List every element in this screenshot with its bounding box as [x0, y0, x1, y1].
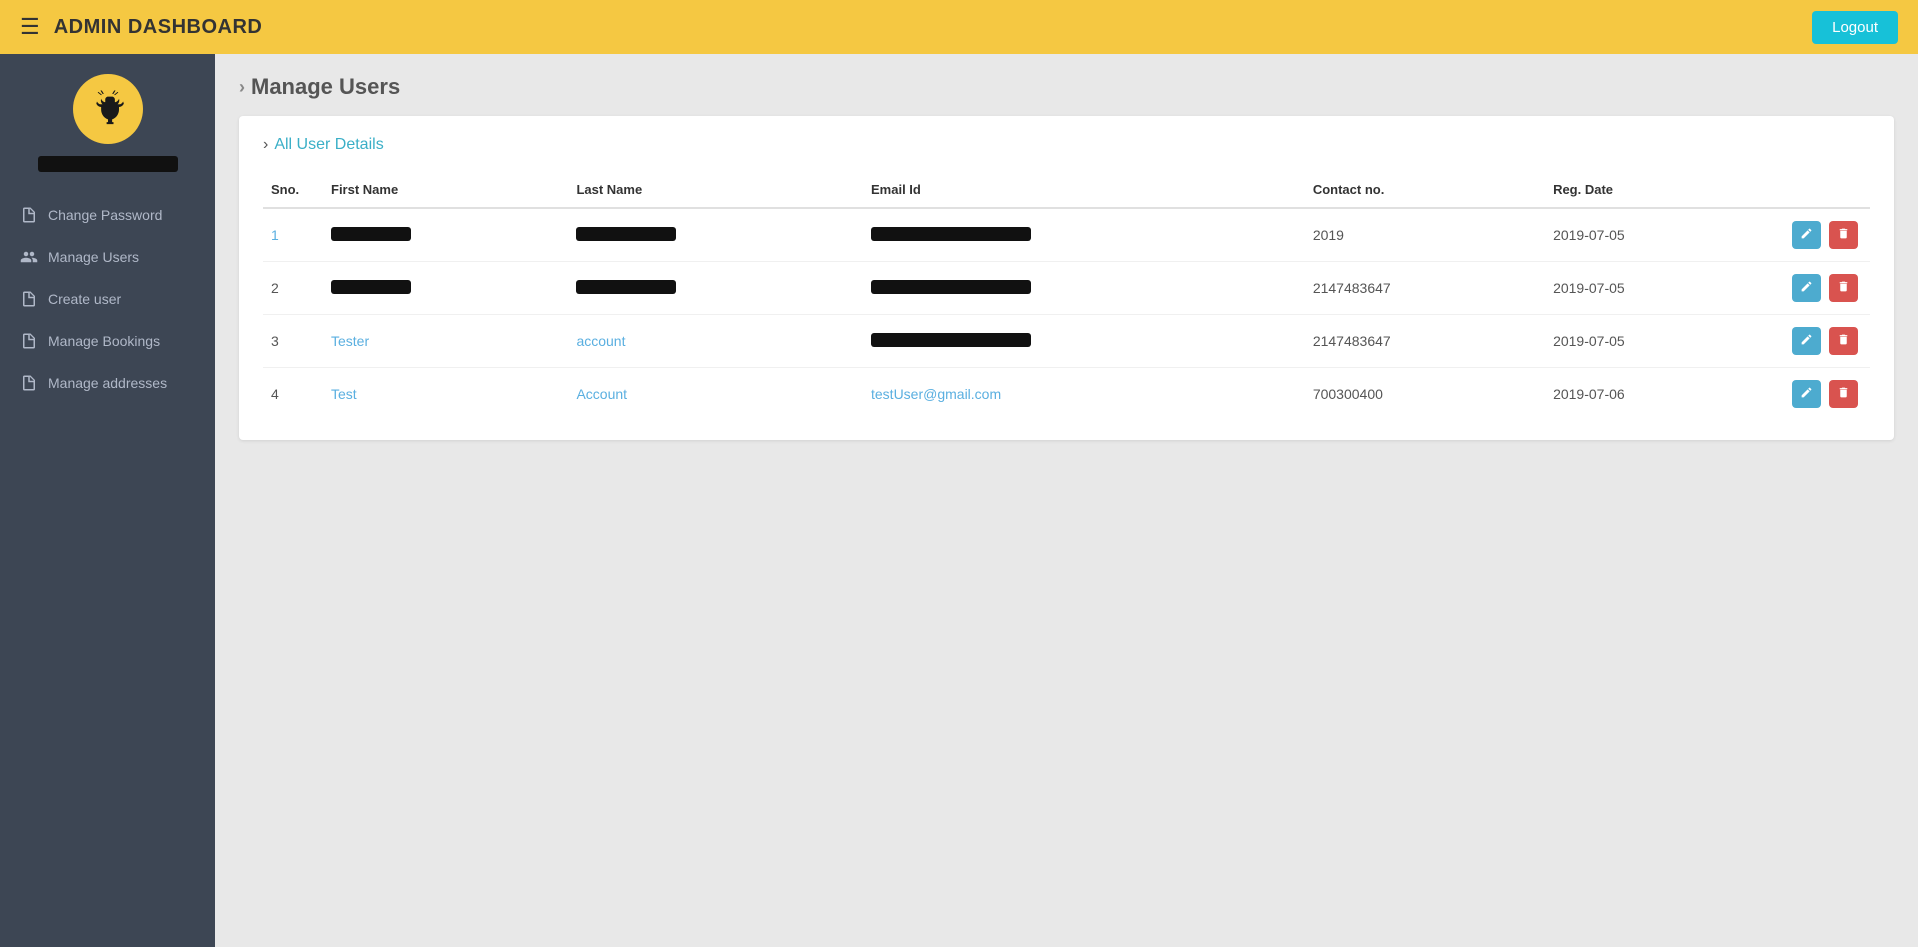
cell-actions: [1770, 262, 1870, 315]
cell-regdate: 2019-07-06: [1545, 368, 1770, 421]
sidebar-item-label: Create user: [48, 291, 121, 307]
avatar: [73, 74, 143, 144]
cell-firstname: Test: [323, 368, 568, 421]
cell-sno: 4: [263, 368, 323, 421]
file-icon: [20, 332, 38, 350]
cell-sno: 3: [263, 315, 323, 368]
delete-button[interactable]: [1829, 380, 1858, 408]
table-row: 3 Tester account 2147483647 2019-07-05: [263, 315, 1870, 368]
edit-button[interactable]: [1792, 274, 1821, 302]
edit-icon: [1800, 280, 1813, 293]
col-lastname: Last Name: [568, 172, 863, 208]
cell-email: testUser@gmail.com: [863, 368, 1305, 421]
cell-email: [863, 315, 1305, 368]
sidebar-item-label: Manage Bookings: [48, 333, 160, 349]
table-card: › All User Details Sno. First Name Last …: [239, 116, 1894, 440]
cell-email: [863, 208, 1305, 262]
logout-button[interactable]: Logout: [1812, 11, 1898, 44]
main-layout: Change Password Manage Users Create user…: [0, 54, 1918, 947]
edit-button[interactable]: [1792, 380, 1821, 408]
cell-contact: 2019: [1305, 208, 1545, 262]
chevron-icon: ›: [263, 136, 268, 154]
file-icon: [20, 374, 38, 392]
users-table: Sno. First Name Last Name Email Id Conta…: [263, 172, 1870, 420]
cell-regdate: 2019-07-05: [1545, 262, 1770, 315]
delete-button[interactable]: [1829, 274, 1858, 302]
file-icon: [20, 290, 38, 308]
cell-lastname: [568, 262, 863, 315]
sidebar: Change Password Manage Users Create user…: [0, 54, 215, 947]
delete-button[interactable]: [1829, 327, 1858, 355]
delete-icon: [1837, 333, 1850, 346]
cell-firstname: Tester: [323, 315, 568, 368]
cell-regdate: 2019-07-05: [1545, 208, 1770, 262]
cell-lastname: account: [568, 315, 863, 368]
col-firstname: First Name: [323, 172, 568, 208]
cell-actions: [1770, 315, 1870, 368]
cell-contact: 2147483647: [1305, 262, 1545, 315]
cell-lastname: [568, 208, 863, 262]
sidebar-item-label: Change Password: [48, 207, 162, 223]
table-row: 2 2147483647 2019-07-05: [263, 262, 1870, 315]
table-row: 4 Test Account testUser@gmail.com 700300…: [263, 368, 1870, 421]
user-email-bar: [38, 156, 178, 172]
cell-contact: 2147483647: [1305, 315, 1545, 368]
col-actions: [1770, 172, 1870, 208]
sidebar-item-change-password[interactable]: Change Password: [0, 194, 215, 236]
sidebar-item-create-user[interactable]: Create user: [0, 278, 215, 320]
edit-icon: [1800, 386, 1813, 399]
col-regdate: Reg. Date: [1545, 172, 1770, 208]
sidebar-item-manage-users[interactable]: Manage Users: [0, 236, 215, 278]
cell-firstname: [323, 262, 568, 315]
cell-regdate: 2019-07-05: [1545, 315, 1770, 368]
edit-icon: [1800, 227, 1813, 240]
delete-button[interactable]: [1829, 221, 1858, 249]
table-body: 1 2019 2019-07-05: [263, 208, 1870, 420]
delete-icon: [1837, 227, 1850, 240]
col-sno: Sno.: [263, 172, 323, 208]
chevron-icon: ›: [239, 77, 245, 98]
table-head: Sno. First Name Last Name Email Id Conta…: [263, 172, 1870, 208]
deer-icon: [86, 87, 130, 131]
cell-email: [863, 262, 1305, 315]
page-title: › Manage Users: [239, 74, 1894, 100]
table-row: 1 2019 2019-07-05: [263, 208, 1870, 262]
header-left: ☰ ADMIN DASHBOARD: [20, 14, 262, 40]
table-section-title: › All User Details: [263, 136, 1870, 154]
sidebar-item-manage-bookings[interactable]: Manage Bookings: [0, 320, 215, 362]
sidebar-item-manage-addresses[interactable]: Manage addresses: [0, 362, 215, 404]
sidebar-item-label: Manage addresses: [48, 375, 167, 391]
sidebar-item-label: Manage Users: [48, 249, 139, 265]
file-icon: [20, 206, 38, 224]
top-header: ☰ ADMIN DASHBOARD Logout: [0, 0, 1918, 54]
delete-icon: [1837, 386, 1850, 399]
sidebar-nav: Change Password Manage Users Create user…: [0, 194, 215, 404]
hamburger-icon[interactable]: ☰: [20, 14, 40, 40]
users-icon: [20, 248, 38, 266]
cell-sno: 2: [263, 262, 323, 315]
edit-button[interactable]: [1792, 221, 1821, 249]
cell-actions: [1770, 368, 1870, 421]
app-title: ADMIN DASHBOARD: [54, 16, 263, 39]
edit-button[interactable]: [1792, 327, 1821, 355]
delete-icon: [1837, 280, 1850, 293]
cell-firstname: [323, 208, 568, 262]
cell-lastname: Account: [568, 368, 863, 421]
cell-sno: 1: [263, 208, 323, 262]
cell-contact: 700300400: [1305, 368, 1545, 421]
content-area: › Manage Users › All User Details Sno. F…: [215, 54, 1918, 947]
col-email: Email Id: [863, 172, 1305, 208]
col-contact: Contact no.: [1305, 172, 1545, 208]
edit-icon: [1800, 333, 1813, 346]
cell-actions: [1770, 208, 1870, 262]
